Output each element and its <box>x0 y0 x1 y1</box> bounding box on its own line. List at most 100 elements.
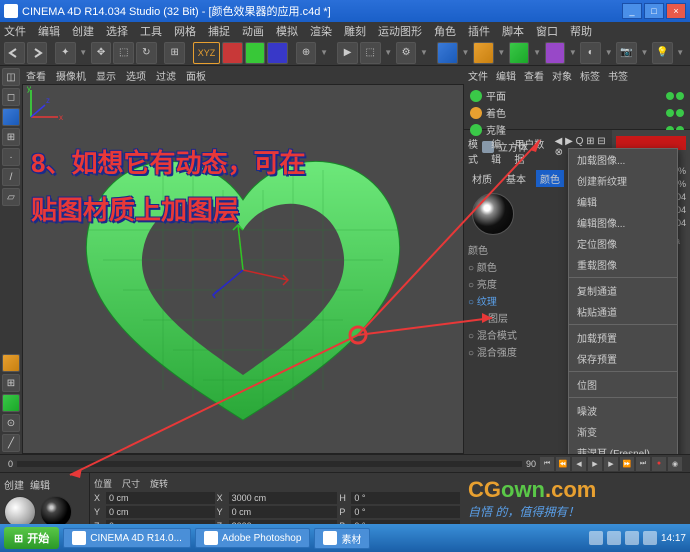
coord-cell[interactable]: Y0 cm <box>94 506 215 518</box>
rotate-tool[interactable]: ↻ <box>136 42 157 64</box>
attr-sub-base[interactable]: 基本 <box>502 170 530 187</box>
task-item-ps[interactable]: Adobe Photoshop <box>195 528 311 548</box>
ctx-item[interactable]: 编辑图像... <box>569 212 677 233</box>
menu-script[interactable]: 脚本 <box>502 23 524 39</box>
ctx-item[interactable]: 菲涅耳 (Fresnel) <box>569 442 677 454</box>
coord-dropdown[interactable]: ▼ <box>318 42 329 64</box>
y-axis-toggle[interactable] <box>245 42 266 64</box>
coord-cell[interactable]: X3000 cm <box>217 492 338 504</box>
menu-help[interactable]: 帮助 <box>570 23 592 39</box>
polygon-mode[interactable]: ▱ <box>2 188 20 206</box>
tray-icon-4[interactable] <box>643 531 657 545</box>
generator-tool[interactable] <box>509 42 530 64</box>
render-dropdown[interactable]: ▼ <box>383 42 394 64</box>
prev-key[interactable]: ⏪ <box>556 457 570 471</box>
obj-tab-edit[interactable]: 编辑 <box>496 68 516 83</box>
primitive-cube[interactable] <box>437 42 458 64</box>
menu-simulate[interactable]: 模拟 <box>276 23 298 39</box>
vp-tab-options[interactable]: 选项 <box>126 68 146 83</box>
ctx-item[interactable]: 复制通道 <box>569 280 677 301</box>
prim-dropdown[interactable]: ▼ <box>460 42 471 64</box>
minimize-button[interactable]: _ <box>622 3 642 19</box>
deformer-tool[interactable] <box>545 42 566 64</box>
visibility-dot[interactable] <box>666 109 674 117</box>
play-button[interactable]: ▶ <box>588 457 602 471</box>
z-axis-toggle[interactable] <box>267 42 288 64</box>
start-button[interactable]: ⊞ 开始 <box>4 527 59 549</box>
snap-point[interactable]: ⊙ <box>2 414 20 432</box>
obj-tab-obj[interactable]: 对象 <box>552 68 572 83</box>
object-mode[interactable]: ◻ <box>2 88 20 106</box>
recent-tool[interactable]: ⊞ <box>164 42 185 64</box>
tray-icon-2[interactable] <box>607 531 621 545</box>
environment-tool[interactable]: ◐ <box>580 42 601 64</box>
menu-sculpt[interactable]: 雕刻 <box>344 23 366 39</box>
next-key[interactable]: ⏩ <box>620 457 634 471</box>
timeline-end[interactable]: 90 <box>526 459 536 469</box>
scale-tool[interactable]: ⬚ <box>113 42 134 64</box>
close-button[interactable]: × <box>666 3 686 19</box>
undo-button[interactable] <box>4 42 25 64</box>
next-frame[interactable]: ▶ <box>604 457 618 471</box>
render-settings[interactable]: ⚙ <box>396 42 417 64</box>
obj-tab-bm[interactable]: 书签 <box>608 68 628 83</box>
menu-mesh[interactable]: 网格 <box>174 23 196 39</box>
goto-end[interactable]: ⏭ <box>636 457 650 471</box>
ctx-item[interactable]: 创建新纹理 <box>569 170 677 191</box>
obj-row-着色[interactable]: 着色 <box>470 104 684 121</box>
axis-lock[interactable]: XYZ <box>193 42 221 64</box>
rset-dropdown[interactable]: ▼ <box>418 42 429 64</box>
cam-dropdown[interactable]: ▼ <box>639 42 650 64</box>
render-dot[interactable] <box>676 109 684 117</box>
menu-win[interactable]: 窗口 <box>536 23 558 39</box>
edge-mode[interactable]: / <box>2 168 20 186</box>
ctx-item[interactable]: 重载图像 <box>569 254 677 275</box>
redo-button[interactable] <box>27 42 48 64</box>
tray-icon-3[interactable] <box>625 531 639 545</box>
coord-system[interactable]: ⊕ <box>296 42 317 64</box>
obj-tab-view[interactable]: 查看 <box>524 68 544 83</box>
render-dot[interactable] <box>676 92 684 100</box>
vp-tab-display[interactable]: 显示 <box>96 68 116 83</box>
gen-dropdown[interactable]: ▼ <box>531 42 542 64</box>
obj-row-平面[interactable]: 平面 <box>470 87 684 104</box>
menu-file[interactable]: 文件 <box>4 23 26 39</box>
3d-viewport[interactable]: 8、如想它有动态，可在 贴图材质上加图层 x y z <box>22 84 464 454</box>
attr-tab-mode[interactable]: 模式 <box>468 136 485 166</box>
timeline-start[interactable]: 0 <box>8 459 13 469</box>
task-item-folder[interactable]: 素材 <box>314 528 370 549</box>
x-axis-toggle[interactable] <box>222 42 243 64</box>
coord-cell[interactable]: P0 ° <box>339 506 460 518</box>
menu-tools[interactable]: 工具 <box>140 23 162 39</box>
visibility-dot[interactable] <box>666 92 674 100</box>
menu-select[interactable]: 选择 <box>106 23 128 39</box>
model-mode[interactable]: ◫ <box>2 68 20 86</box>
tray-clock[interactable]: 14:17 <box>661 533 686 544</box>
select-tool[interactable]: ✦ <box>55 42 76 64</box>
ctx-item[interactable]: 定位图像 <box>569 233 677 254</box>
task-item-c4d[interactable]: CINEMA 4D R14.0... <box>63 528 191 548</box>
goto-start[interactable]: ⏮ <box>540 457 554 471</box>
menu-edit[interactable]: 编辑 <box>38 23 60 39</box>
ctx-item[interactable]: 渐变 <box>569 421 677 442</box>
coord-cell[interactable]: X0 cm <box>94 492 215 504</box>
snap-edge[interactable]: ╱ <box>2 434 20 452</box>
ctx-item[interactable]: 加载图像... <box>569 149 677 170</box>
def-dropdown[interactable]: ▼ <box>567 42 578 64</box>
env-dropdown[interactable]: ▼ <box>603 42 614 64</box>
material-preview-icon[interactable] <box>472 193 514 235</box>
snap-grid[interactable]: ⊞ <box>2 374 20 392</box>
autokey-button[interactable]: ◉ <box>668 457 682 471</box>
vp-tab-panel[interactable]: 面板 <box>186 68 206 83</box>
texture-mode[interactable] <box>2 108 20 126</box>
move-tool[interactable]: ✥ <box>91 42 112 64</box>
menu-create[interactable]: 创建 <box>72 23 94 39</box>
obj-tab-file[interactable]: 文件 <box>468 68 488 83</box>
record-button[interactable]: ● <box>652 457 666 471</box>
snap-guide[interactable] <box>2 394 20 412</box>
tray-icon-1[interactable] <box>589 531 603 545</box>
menu-render[interactable]: 渲染 <box>310 23 332 39</box>
snap-toggle[interactable] <box>2 354 20 372</box>
vp-tab-camera[interactable]: 摄像机 <box>56 68 86 83</box>
coord-cell[interactable]: H0 ° <box>339 492 460 504</box>
